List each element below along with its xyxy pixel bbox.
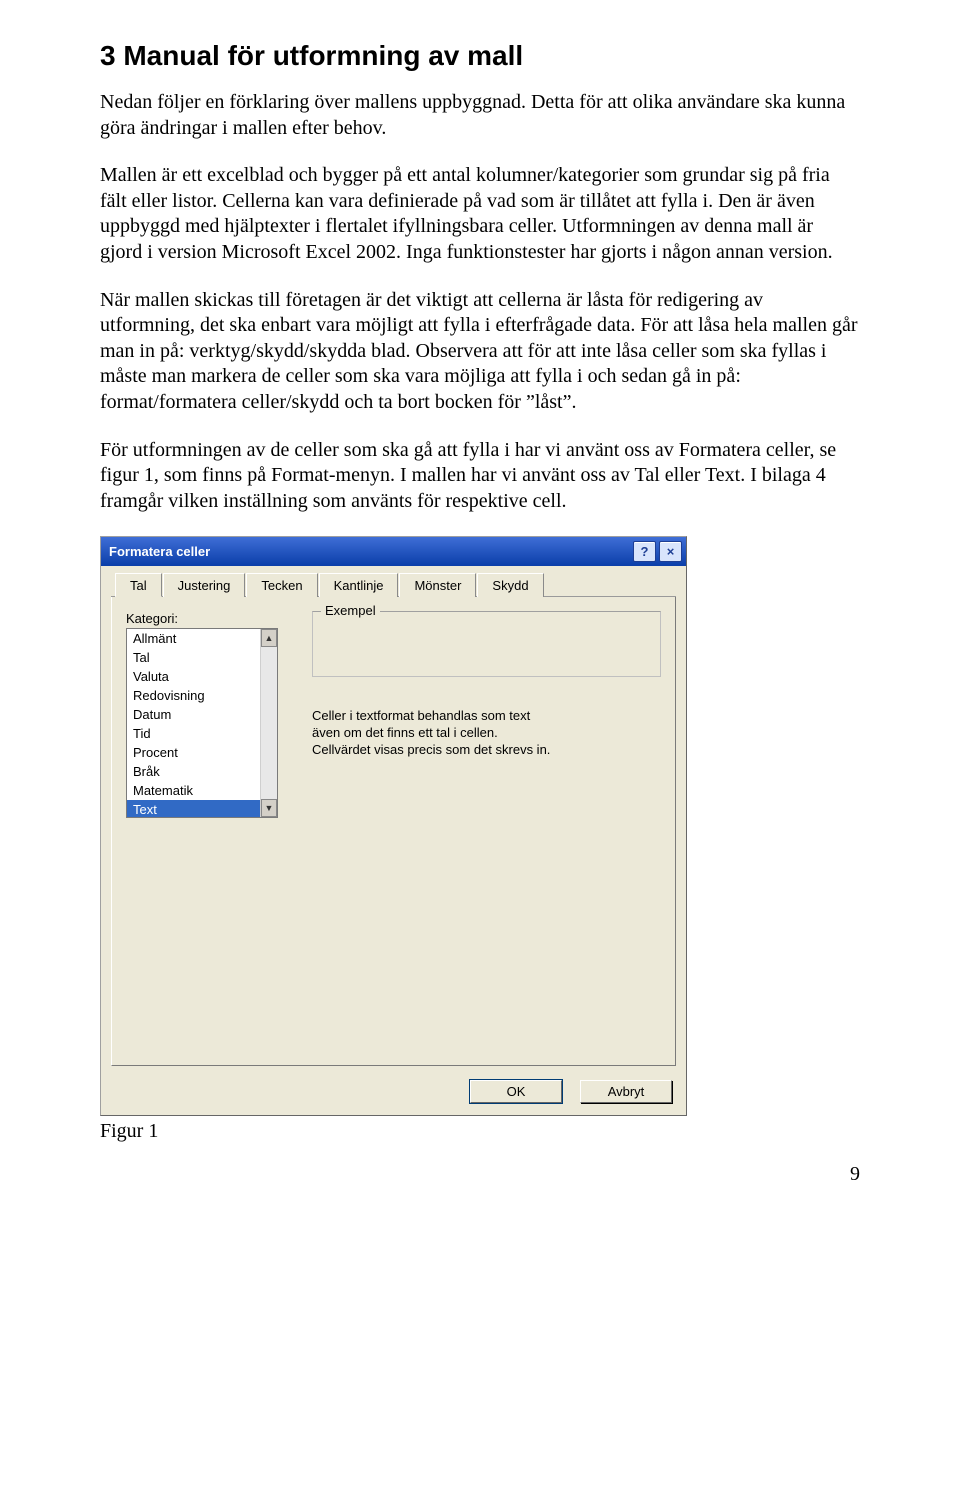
paragraph-3: När mallen skickas till företagen är det… [100, 288, 860, 416]
dialog-titlebar[interactable]: Formatera celler ? × [101, 537, 686, 566]
list-item[interactable]: Redovisning [127, 686, 260, 705]
list-item[interactable]: Bråk [127, 762, 260, 781]
tab-kantlinje[interactable]: Kantlinje [319, 573, 399, 597]
tab-tecken[interactable]: Tecken [246, 573, 317, 597]
desc-line: Cellvärdet visas precis som det skrevs i… [312, 741, 661, 758]
exempel-label: Exempel [321, 603, 380, 618]
exempel-fieldset: Exempel [312, 611, 661, 677]
cancel-button[interactable]: Avbryt [580, 1080, 672, 1103]
page-number: 9 [0, 1163, 960, 1206]
paragraph-4: För utformningen av de celler som ska gå… [100, 438, 860, 515]
kategori-label: Kategori: [126, 611, 294, 626]
format-description: Celler i textformat behandlas som text ä… [312, 707, 661, 758]
kategori-listbox[interactable]: Allmänt Tal Valuta Redovisning Datum Tid… [126, 628, 278, 818]
paragraph-2: Mallen är ett excelblad och bygger på et… [100, 163, 860, 265]
help-icon[interactable]: ? [633, 541, 656, 562]
format-cells-dialog: Formatera celler ? × Tal Justering Tecke… [100, 536, 687, 1116]
tabstrip: Tal Justering Tecken Kantlinje Mönster S… [111, 572, 676, 597]
scrollbar[interactable]: ▲ ▼ [260, 629, 277, 817]
desc-line: även om det finns ett tal i cellen. [312, 724, 661, 741]
dialog-title: Formatera celler [109, 544, 210, 559]
list-item[interactable]: Tid [127, 724, 260, 743]
tab-monster[interactable]: Mönster [399, 573, 476, 597]
scroll-down-icon[interactable]: ▼ [261, 799, 277, 817]
tab-skydd[interactable]: Skydd [477, 573, 543, 597]
tab-justering[interactable]: Justering [163, 573, 246, 597]
scroll-up-icon[interactable]: ▲ [261, 629, 277, 647]
list-item[interactable]: Datum [127, 705, 260, 724]
tab-panel-tal: Kategori: Allmänt Tal Valuta Redovisning… [111, 597, 676, 1066]
list-item[interactable]: Procent [127, 743, 260, 762]
figure-caption: Figur 1 [100, 1120, 860, 1143]
tab-tal[interactable]: Tal [115, 573, 162, 597]
close-icon[interactable]: × [659, 541, 682, 562]
list-item-selected[interactable]: Text [127, 800, 260, 817]
section-heading: 3 Manual för utformning av mall [100, 40, 860, 72]
ok-button[interactable]: OK [470, 1080, 562, 1103]
list-item[interactable]: Matematik [127, 781, 260, 800]
list-item[interactable]: Tal [127, 648, 260, 667]
list-item[interactable]: Allmänt [127, 629, 260, 648]
list-item[interactable]: Valuta [127, 667, 260, 686]
desc-line: Celler i textformat behandlas som text [312, 707, 661, 724]
paragraph-1: Nedan följer en förklaring över mallens … [100, 90, 860, 141]
